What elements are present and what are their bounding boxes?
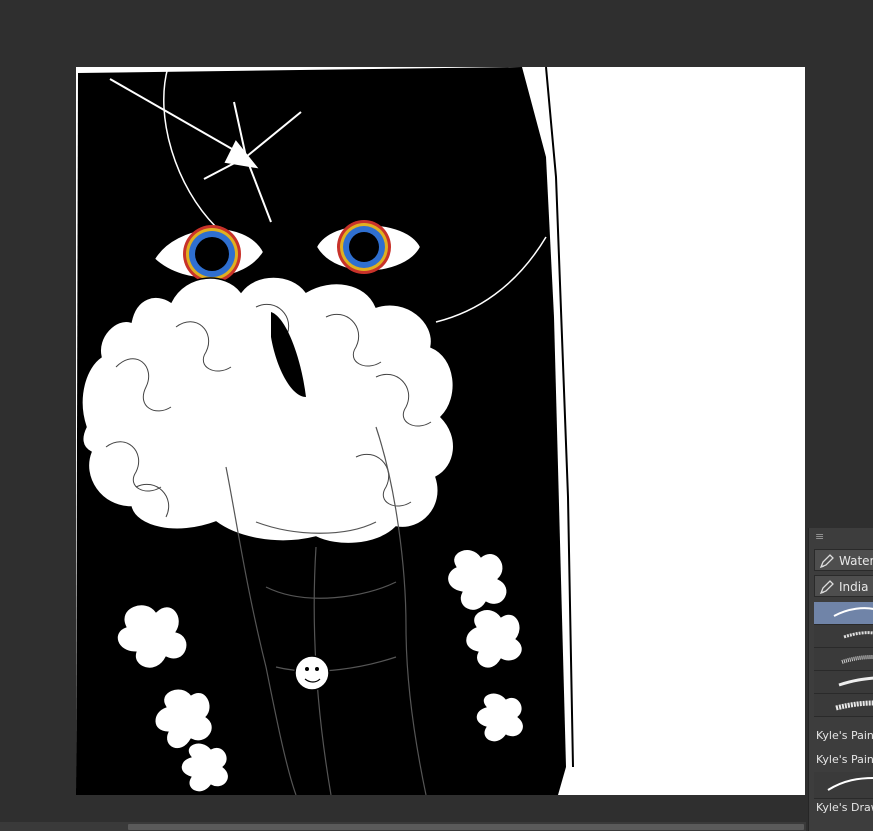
- brush-stroke-preview: [841, 655, 873, 664]
- brush-stroke-preview: [833, 607, 873, 617]
- artwork-illustration[interactable]: [76, 67, 805, 795]
- panel-menu-icon[interactable]: ≡: [815, 531, 824, 542]
- small-creature: [294, 655, 330, 691]
- brush-stroke-preview: [835, 700, 873, 711]
- pen-icon: [819, 554, 834, 569]
- brush-stroke-item[interactable]: [814, 671, 873, 694]
- subtool-label: India i: [839, 580, 873, 594]
- drawing-workspace[interactable]: ≡ Water India i Kyle's Pai Kyle's Pai Ky…: [0, 0, 873, 831]
- brush-stroke-preview: [827, 777, 873, 791]
- brush-stroke-preview: [843, 631, 873, 639]
- brush-stroke-item-selected[interactable]: [814, 602, 873, 625]
- curly-hair: [81, 276, 455, 545]
- brush-stroke-item[interactable]: [814, 648, 873, 671]
- scrollbar-thumb[interactable]: [128, 824, 804, 830]
- subtool-label: Water: [839, 554, 873, 568]
- pen-icon: [819, 580, 834, 595]
- canvas-page[interactable]: [76, 67, 805, 795]
- brush-stroke-item[interactable]: [814, 625, 873, 648]
- brush-label[interactable]: Kyle's Paintb: [816, 750, 873, 770]
- brush-label[interactable]: Kyle's Paintb: [816, 726, 873, 746]
- brush-stroke-item[interactable]: [814, 694, 873, 717]
- brush-panel: ≡ Water India i Kyle's Pai Kyle's Pai Ky…: [808, 528, 873, 831]
- brush-stroke-preview: [838, 676, 873, 687]
- subtool-india-ink[interactable]: India i: [814, 575, 873, 597]
- subtool-water[interactable]: Water: [814, 549, 873, 571]
- brush-label[interactable]: Kyle's Drawi: [816, 798, 873, 818]
- horizontal-scrollbar[interactable]: [0, 822, 806, 831]
- brush-stroke-item[interactable]: [814, 772, 873, 799]
